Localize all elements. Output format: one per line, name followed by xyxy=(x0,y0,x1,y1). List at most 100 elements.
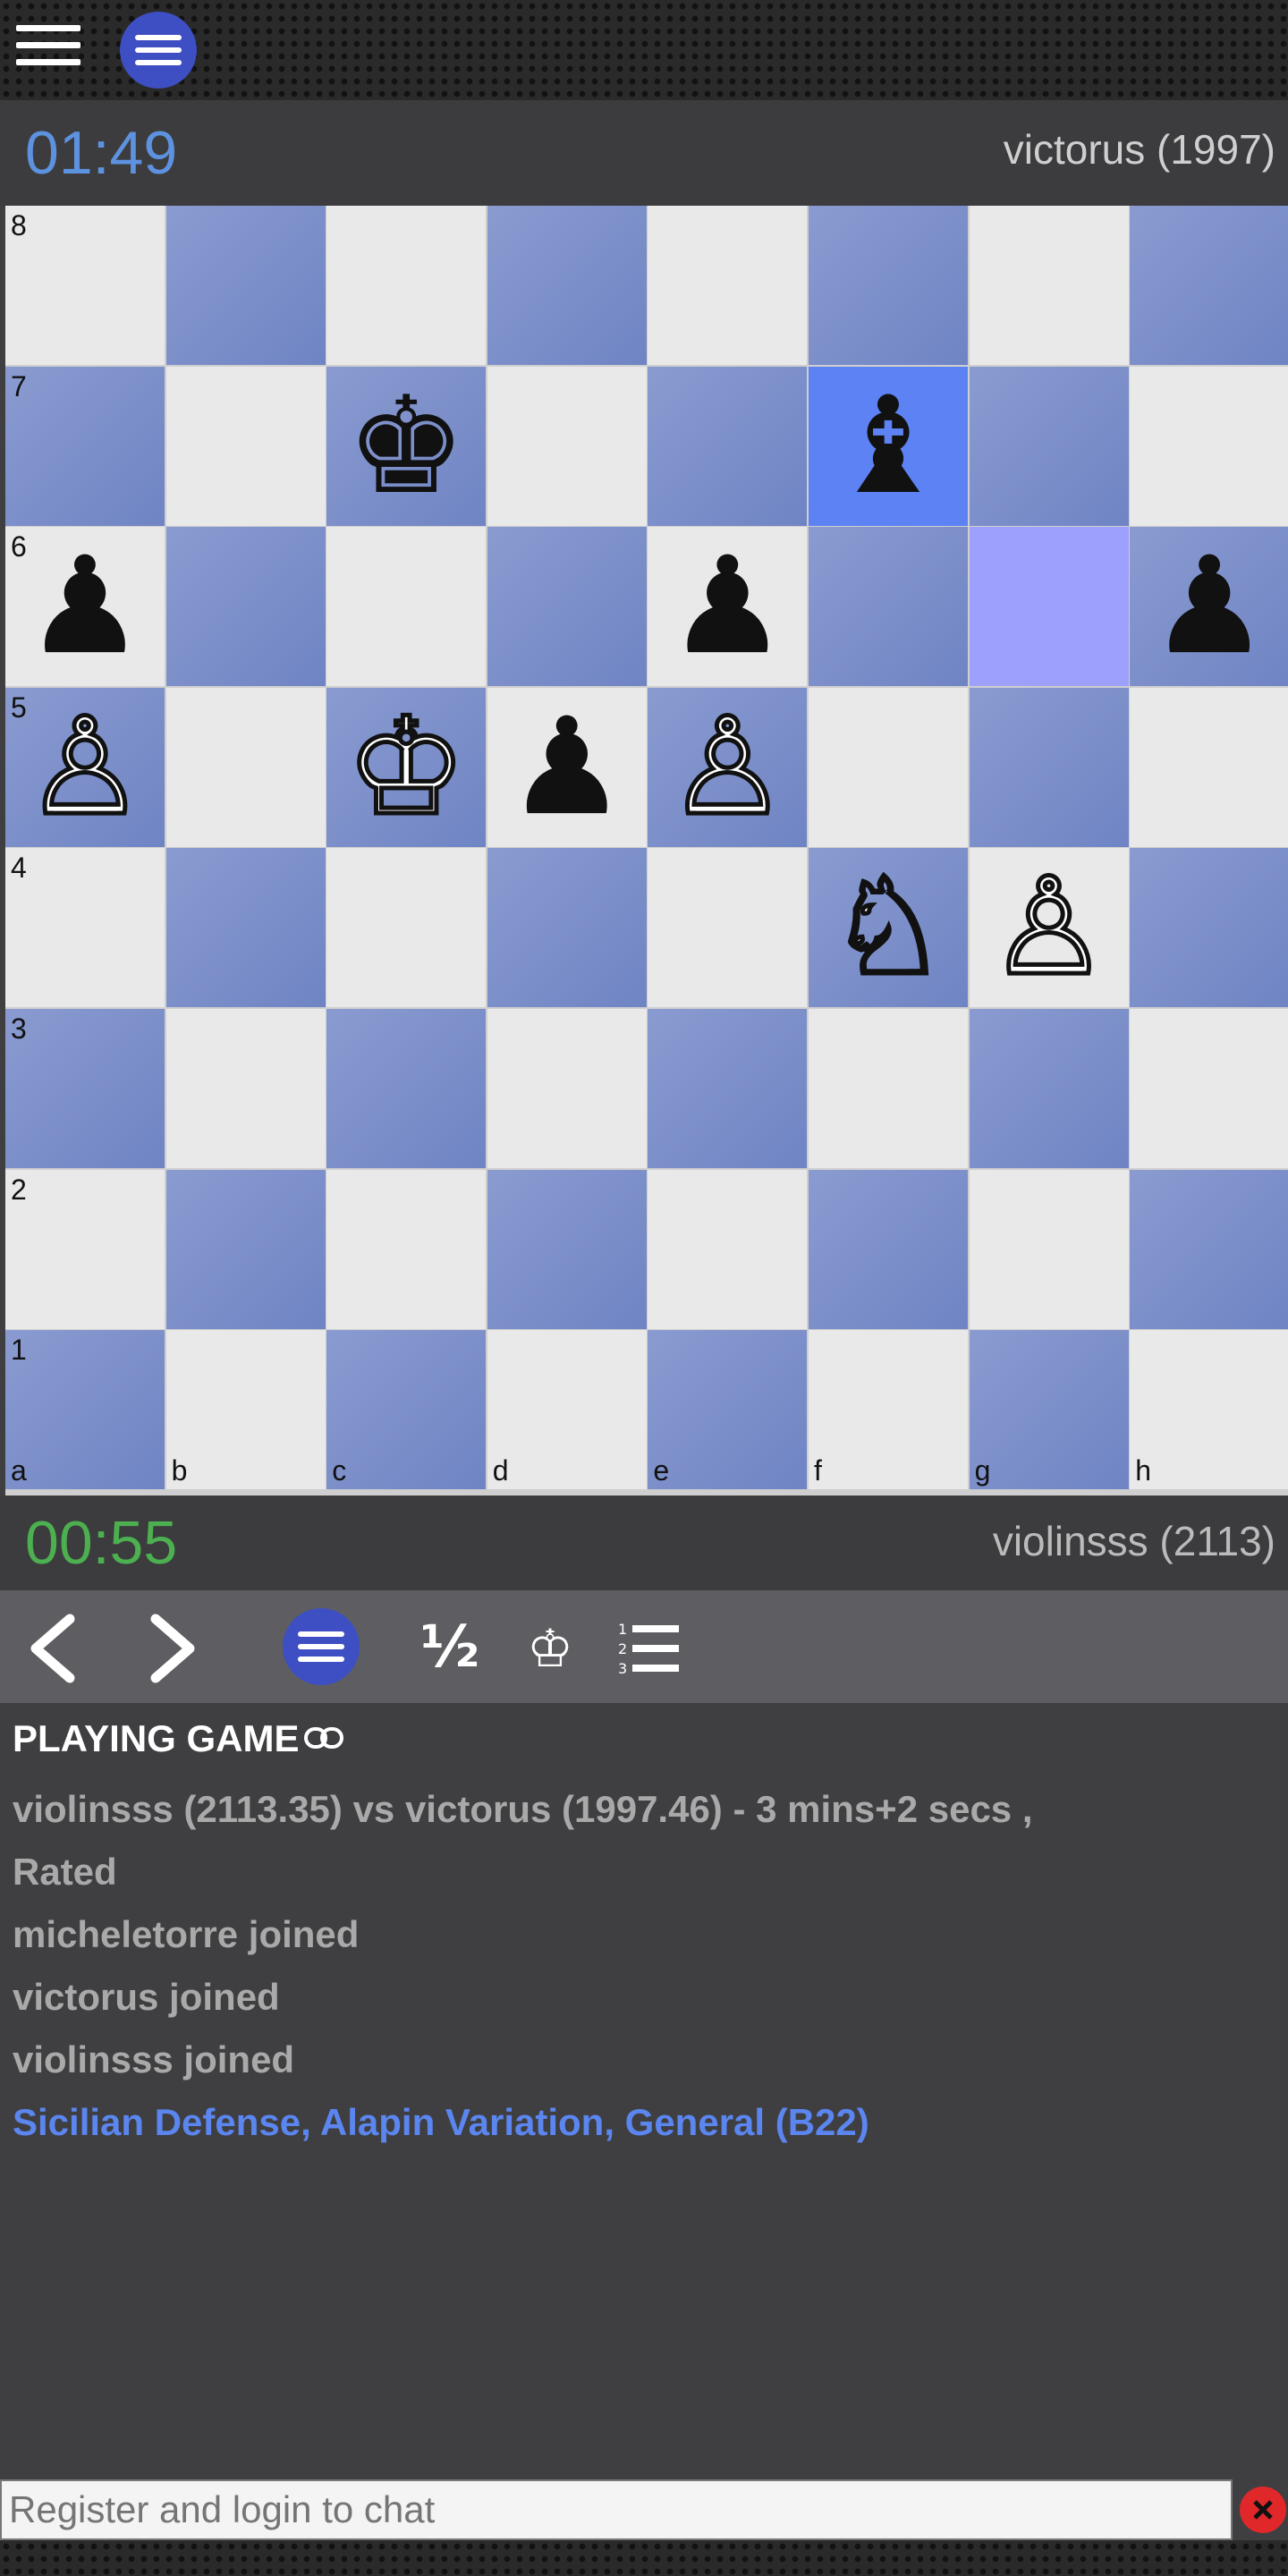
square-a3[interactable]: 3 xyxy=(5,1009,165,1168)
square-f6[interactable] xyxy=(809,527,968,687)
square-f5[interactable] xyxy=(809,687,968,847)
square-b4[interactable] xyxy=(165,848,326,1008)
square-e2[interactable] xyxy=(648,1169,808,1329)
white-pawn-piece[interactable]: ♙ xyxy=(5,687,165,847)
join-message: violinsss joined xyxy=(13,2038,295,2080)
menu-circle-icon[interactable] xyxy=(120,12,197,89)
svg-text:1: 1 xyxy=(618,1621,627,1638)
opening-link[interactable]: Sicilian Defense, Alapin Variation, Gene… xyxy=(13,2091,1283,2154)
square-b7[interactable] xyxy=(165,366,326,526)
svg-text:2: 2 xyxy=(618,1640,627,1657)
square-c4[interactable] xyxy=(326,848,487,1008)
file-label: d xyxy=(492,1454,509,1487)
square-c3[interactable] xyxy=(326,1009,487,1168)
square-b1[interactable]: b xyxy=(165,1330,326,1490)
square-e5[interactable]: ♙ xyxy=(648,687,808,847)
hamburger-icon[interactable] xyxy=(16,25,80,73)
square-a6[interactable]: 6 ♟ xyxy=(5,527,165,687)
square-f7[interactable]: ♝ xyxy=(809,366,968,526)
player-name[interactable]: violinsss (2113) xyxy=(993,1517,1275,1565)
game-rated: Rated xyxy=(13,1851,117,1893)
white-king-piece[interactable]: ♔ xyxy=(326,687,486,847)
white-knight-piece[interactable]: ♘ xyxy=(809,848,968,1008)
square-e6[interactable]: ♟ xyxy=(648,527,808,687)
square-b2[interactable] xyxy=(165,1169,326,1329)
square-e4[interactable] xyxy=(648,848,808,1008)
link-icon[interactable] xyxy=(303,1717,344,1760)
square-d3[interactable] xyxy=(487,1009,647,1168)
square-c5[interactable]: ♔ xyxy=(326,687,487,847)
square-b6[interactable] xyxy=(165,527,326,687)
square-f2[interactable] xyxy=(809,1169,968,1329)
square-c2[interactable] xyxy=(326,1169,487,1329)
chat-input[interactable] xyxy=(0,2479,1233,2540)
file-label: a xyxy=(11,1454,27,1487)
square-d8[interactable] xyxy=(487,206,647,365)
square-a4[interactable]: 4 xyxy=(5,848,165,1008)
chevron-left-icon[interactable] xyxy=(20,1614,89,1683)
menu-circle-icon[interactable] xyxy=(283,1608,360,1685)
black-king-piece[interactable]: ♚ xyxy=(326,367,486,526)
numbered-list-icon[interactable]: 1 2 3 xyxy=(615,1617,683,1680)
black-pawn-piece[interactable]: ♟ xyxy=(487,688,647,847)
bottom-bar xyxy=(0,2540,1288,2576)
black-pawn-piece[interactable]: ♟ xyxy=(648,527,807,686)
square-h2[interactable] xyxy=(1130,1169,1288,1329)
square-d6[interactable] xyxy=(487,527,647,687)
chevron-right-icon[interactable] xyxy=(136,1614,206,1683)
square-h5[interactable] xyxy=(1130,687,1288,847)
square-f3[interactable] xyxy=(809,1009,968,1168)
square-g7[interactable] xyxy=(969,366,1129,526)
square-f1[interactable]: f xyxy=(809,1330,968,1490)
black-pawn-piece[interactable]: ♟ xyxy=(5,527,165,686)
square-a1[interactable]: 1a xyxy=(5,1330,165,1490)
square-a7[interactable]: 7 xyxy=(5,366,165,526)
svg-text:3: 3 xyxy=(618,1660,627,1677)
square-g1[interactable]: g xyxy=(969,1330,1129,1490)
square-a2[interactable]: 2 xyxy=(5,1169,165,1329)
square-e8[interactable] xyxy=(648,206,808,365)
chat-area xyxy=(0,2479,1288,2576)
square-h6[interactable]: ♟ xyxy=(1130,527,1288,687)
square-e3[interactable] xyxy=(648,1009,808,1168)
draw-offer-button[interactable]: ½ xyxy=(419,1614,481,1681)
close-icon[interactable] xyxy=(1240,2487,1286,2533)
square-g8[interactable] xyxy=(969,206,1129,365)
square-c1[interactable]: c xyxy=(326,1330,487,1490)
resign-icon[interactable]: ♔ xyxy=(512,1617,589,1680)
square-f4[interactable]: ♘ xyxy=(809,848,968,1008)
square-g2[interactable] xyxy=(969,1169,1129,1329)
square-g6[interactable] xyxy=(969,527,1129,687)
opponent-name[interactable]: victorus (1997) xyxy=(1004,125,1275,174)
square-h7[interactable] xyxy=(1130,366,1288,526)
square-b8[interactable] xyxy=(165,206,326,365)
square-h3[interactable] xyxy=(1130,1009,1288,1168)
square-c8[interactable] xyxy=(326,206,487,365)
square-h1[interactable]: h xyxy=(1130,1330,1288,1490)
square-g4[interactable]: ♙ xyxy=(969,848,1129,1008)
square-b3[interactable] xyxy=(165,1009,326,1168)
square-d4[interactable] xyxy=(487,848,647,1008)
square-c7[interactable]: ♚ xyxy=(326,366,487,526)
square-d7[interactable] xyxy=(487,366,647,526)
square-a5[interactable]: 5 ♙ xyxy=(5,687,165,847)
square-h8[interactable] xyxy=(1130,206,1288,365)
square-f8[interactable] xyxy=(809,206,968,365)
square-e7[interactable] xyxy=(648,366,808,526)
black-pawn-piece[interactable]: ♟ xyxy=(1130,527,1288,686)
square-e1[interactable]: e xyxy=(648,1330,808,1490)
square-g5[interactable] xyxy=(969,687,1129,847)
square-g3[interactable] xyxy=(969,1009,1129,1168)
square-c6[interactable] xyxy=(326,527,487,687)
chess-board[interactable]: 8 7 ♚ ♝ 6 ♟ ♟ ♟ 5 ♙ ♔ ♟ ♙ 4 ♘ ♙ 3 2 1 a b c d e f g h xyxy=(5,206,1288,1496)
square-a8[interactable]: 8 xyxy=(5,206,165,365)
square-b5[interactable] xyxy=(165,687,326,847)
square-d5[interactable]: ♟ xyxy=(487,687,647,847)
square-h4[interactable] xyxy=(1130,848,1288,1008)
square-d2[interactable] xyxy=(487,1169,647,1329)
white-pawn-piece[interactable]: ♙ xyxy=(648,687,807,847)
black-bishop-piece[interactable]: ♝ xyxy=(809,367,968,526)
rank-label: 1 xyxy=(11,1334,27,1367)
white-pawn-piece[interactable]: ♙ xyxy=(970,848,1129,1008)
square-d1[interactable]: d xyxy=(487,1330,647,1490)
